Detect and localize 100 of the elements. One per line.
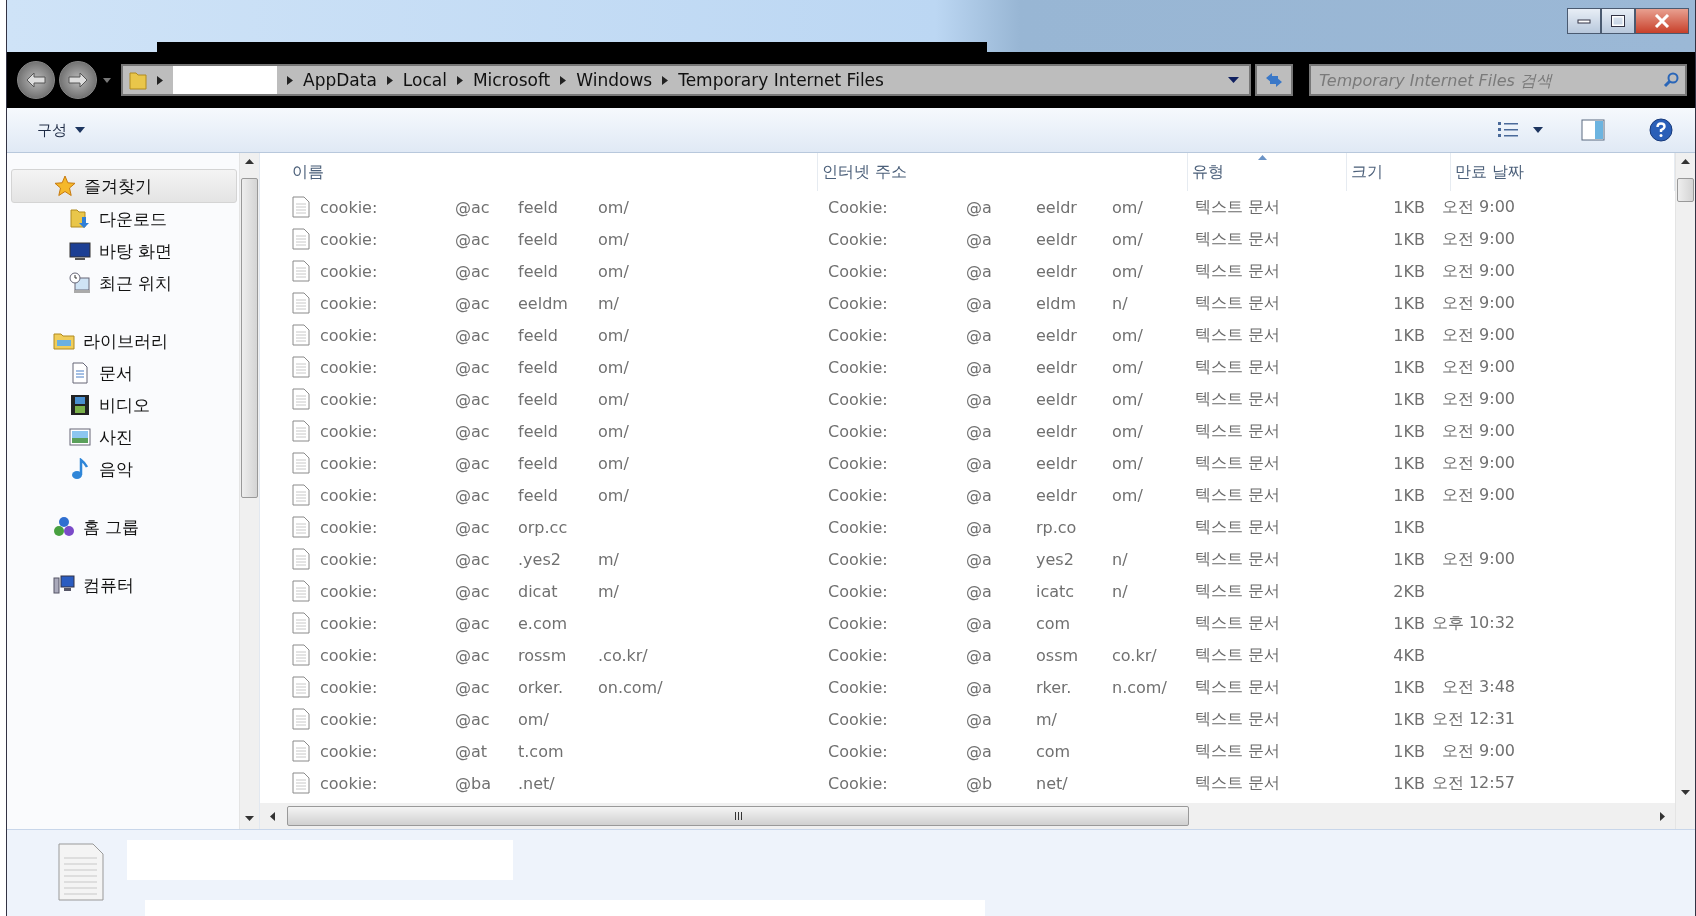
scrollbar[interactable] — [260, 803, 1675, 829]
address-fragment: @a — [966, 517, 992, 537]
navigation-item[interactable]: 음악 — [11, 453, 239, 485]
scrollbar[interactable] — [239, 153, 259, 829]
address-fragment: Cookie: — [828, 677, 888, 697]
address-fragment: Cookie: — [828, 517, 888, 537]
expiry-date: 오전 12:31 — [1431, 708, 1515, 728]
navigation-item[interactable]: 문서 — [11, 357, 239, 389]
scroll-thumb[interactable] — [241, 178, 258, 498]
grip-icon — [733, 812, 743, 820]
file-name-fragment: @ac — [455, 261, 490, 281]
file-name-fragment: om/ — [598, 485, 629, 505]
navigation-item[interactable]: 바탕 화면 — [11, 235, 239, 267]
file-type: 텍스트 문서 — [1195, 356, 1281, 376]
breadcrumb[interactable]: AppData — [303, 70, 377, 90]
organize-button[interactable]: 구성 — [33, 116, 89, 144]
search-field[interactable]: Temporary Internet Files 검색 — [1309, 64, 1687, 96]
picture-icon — [69, 426, 91, 448]
file-type: 텍스트 문서 — [1195, 260, 1281, 280]
column-header[interactable]: 이름 — [288, 153, 818, 191]
file-type: 텍스트 문서 — [1195, 644, 1281, 664]
view-options-icon[interactable] — [1497, 121, 1519, 139]
navigation-item[interactable]: 사진 — [11, 421, 239, 453]
navigation-item[interactable]: 다운로드 — [11, 203, 239, 235]
address-fragment: @a — [966, 261, 992, 281]
file-name-fragment: @ac — [455, 325, 490, 345]
scroll-up-icon[interactable] — [245, 159, 254, 164]
chevron-icon[interactable] — [456, 75, 463, 85]
text-file-icon — [292, 644, 310, 666]
file-name-fragment: cookie: — [320, 613, 378, 633]
scrollbar[interactable] — [1675, 153, 1695, 829]
address-fragment: @a — [966, 421, 992, 441]
address-fragment: eeldr — [1036, 325, 1077, 345]
file-name-fragment: @ac — [455, 453, 490, 473]
address-fragment: eeldr — [1036, 197, 1077, 217]
scroll-thumb[interactable] — [287, 806, 1189, 826]
address-fragment: eeldr — [1036, 229, 1077, 249]
column-header[interactable]: 유형 — [1187, 153, 1347, 191]
file-type: 텍스트 문서 — [1195, 612, 1281, 632]
address-fragment: @b — [966, 773, 993, 793]
document-icon — [69, 362, 91, 384]
scroll-up-icon[interactable] — [1681, 159, 1690, 164]
breadcrumb[interactable]: Temporary Internet Files — [678, 70, 884, 90]
file-type: 텍스트 문서 — [1195, 516, 1281, 536]
forward-button[interactable] — [59, 61, 97, 99]
column-header[interactable]: 인터넷 주소 — [817, 153, 1188, 191]
breadcrumb[interactable]: Microsoft — [472, 70, 551, 90]
file-size: 1KB — [1393, 293, 1425, 313]
chevron-icon[interactable] — [386, 75, 393, 85]
maximize-button[interactable] — [1601, 8, 1635, 34]
close-button[interactable] — [1635, 8, 1689, 34]
back-button[interactable] — [17, 61, 55, 99]
address-fragment: om/ — [1112, 197, 1143, 217]
breadcrumb[interactable]: Local — [402, 70, 447, 90]
navigation-item[interactable]: 최근 위치 — [11, 267, 239, 299]
file-name-fragment: cookie: — [320, 581, 378, 601]
caret-icon[interactable] — [1533, 127, 1543, 133]
address-fragment: om/ — [1112, 421, 1143, 441]
dropdown-caret-icon[interactable] — [1228, 77, 1239, 83]
address-fragment: n/ — [1112, 293, 1128, 313]
help-icon[interactable] — [1649, 118, 1673, 142]
chevron-icon[interactable] — [560, 75, 567, 85]
navigation-item[interactable]: 홈 그룹 — [11, 511, 239, 543]
caret-icon[interactable] — [103, 77, 111, 83]
breadcrumb[interactable]: Windows — [576, 70, 653, 90]
scroll-down-icon[interactable] — [1681, 790, 1690, 795]
scroll-left-icon[interactable] — [270, 811, 275, 821]
navigation-item[interactable]: 비디오 — [11, 389, 239, 421]
navigation-item[interactable]: 즐겨찾기 — [11, 169, 237, 203]
file-size: 1KB — [1393, 613, 1425, 633]
file-name-fragment: m/ — [598, 581, 619, 601]
file-size: 1KB — [1393, 453, 1425, 473]
file-name-fragment: dicat — [518, 581, 558, 601]
file-type: 텍스트 문서 — [1195, 324, 1281, 344]
scroll-right-icon[interactable] — [1660, 811, 1665, 821]
file-size: 1KB — [1393, 677, 1425, 697]
chevron-icon[interactable] — [157, 75, 163, 85]
address-bar[interactable]: AppData Local Microsoft Windows Temporary Internet Files — [121, 64, 1251, 96]
folder-icon — [53, 330, 75, 352]
minimize-button[interactable] — [1567, 8, 1601, 34]
navigation-item[interactable]: 컴퓨터 — [11, 569, 239, 601]
address-fragment: eeldr — [1036, 421, 1077, 441]
file-size: 1KB — [1393, 549, 1425, 569]
file-type: 텍스트 문서 — [1195, 196, 1281, 216]
text-file-icon — [292, 420, 310, 442]
chevron-icon[interactable] — [662, 75, 669, 85]
navigation-item[interactable]: 라이브러리 — [11, 325, 239, 357]
text-file-icon — [292, 260, 310, 282]
address-fragment: co.kr/ — [1112, 645, 1157, 665]
file-type: 텍스트 문서 — [1195, 708, 1281, 728]
address-fragment: eeldr — [1036, 389, 1077, 409]
scroll-thumb[interactable] — [1677, 178, 1694, 202]
scroll-down-icon[interactable] — [245, 816, 254, 821]
file-name-fragment: om/ — [598, 261, 629, 281]
chevron-icon[interactable] — [287, 75, 293, 85]
file-name-fragment: @ac — [455, 709, 490, 729]
monitor-icon — [69, 240, 91, 262]
column-header[interactable]: 크기 — [1346, 153, 1452, 191]
folder-download-icon — [69, 208, 91, 230]
file-name-fragment: feeld — [518, 453, 558, 473]
